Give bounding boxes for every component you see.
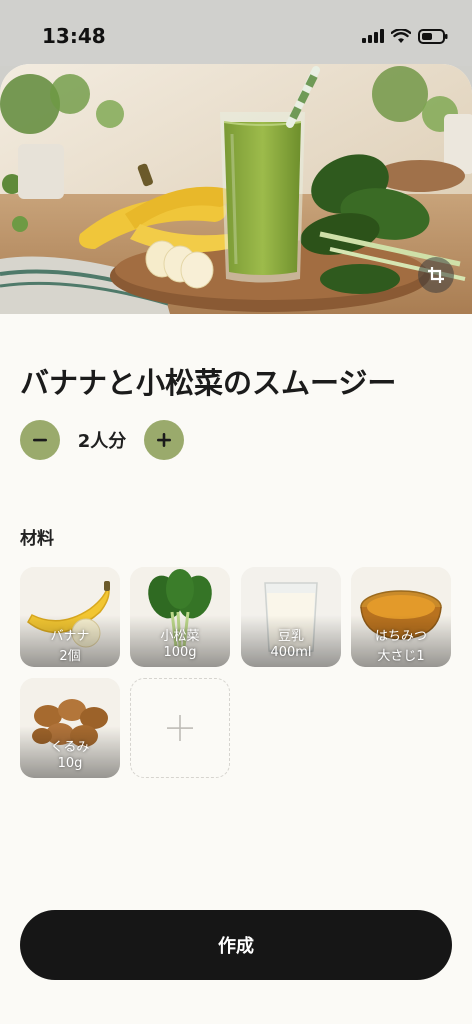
ingredient-qty: 大さじ1 [377, 649, 425, 664]
ingredient-card-komatsuna[interactable]: 小松菜 100g [130, 567, 230, 667]
status-bar: 13:48 [0, 0, 472, 66]
ingredient-name: 豆乳 [277, 629, 304, 644]
crop-button[interactable] [418, 257, 454, 293]
create-button[interactable]: 作成 [20, 910, 452, 980]
ingredient-name: バナナ [50, 629, 90, 644]
servings-label: 2人分 [77, 431, 127, 452]
recipe-title: バナナと小松菜のスムージー [20, 366, 397, 400]
recipe-sheet: バナナと小松菜のスムージー 2人分 材料 バナナ 2個 小松菜 100g 豆乳 … [0, 64, 472, 1024]
status-time: 13:48 [42, 24, 106, 48]
minus-icon [33, 438, 47, 442]
plus-icon [167, 715, 193, 741]
ingredient-qty: 10g [57, 756, 83, 771]
ingredient-qty: 400ml [270, 645, 312, 660]
decrease-servings-button[interactable] [20, 420, 60, 460]
crop-icon [428, 267, 444, 283]
ingredient-qty: 100g [163, 645, 197, 660]
ingredient-name: はちみつ [374, 629, 427, 644]
ingredient-name: くるみ [50, 740, 90, 755]
hero-image [0, 64, 472, 314]
wifi-icon [391, 28, 411, 43]
ingredient-card-banana[interactable]: バナナ 2個 [20, 567, 120, 667]
status-icons [362, 26, 448, 46]
ingredient-card-soy-milk[interactable]: 豆乳 400ml [241, 567, 341, 667]
increase-servings-button[interactable] [144, 420, 184, 460]
servings-stepper: 2人分 [20, 420, 184, 460]
ingredient-qty: 2個 [59, 649, 81, 664]
plus-icon [157, 433, 171, 447]
ingredient-card-honey[interactable]: はちみつ 大さじ1 [351, 567, 451, 667]
ingredient-card-walnuts[interactable]: くるみ 10g [20, 678, 120, 778]
signal-icon [362, 29, 384, 43]
ingredients-heading: 材料 [20, 529, 54, 549]
battery-icon [418, 28, 448, 44]
ingredient-name: 小松菜 [160, 629, 200, 644]
add-ingredient-button[interactable] [130, 678, 230, 778]
